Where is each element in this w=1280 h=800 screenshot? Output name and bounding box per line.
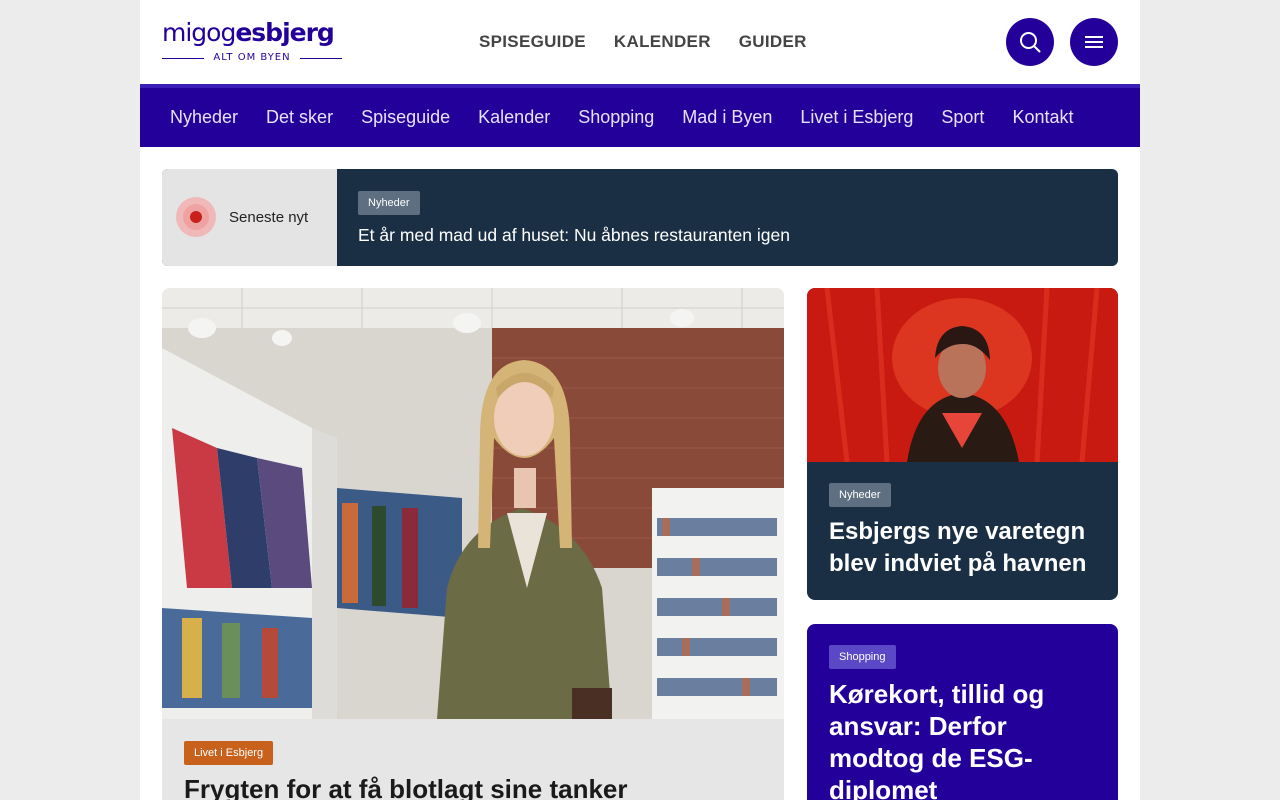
side-article-tag-2[interactable]: Shopping bbox=[829, 645, 896, 669]
logo-rule-left bbox=[162, 58, 204, 59]
ticker-label: Seneste nyt bbox=[229, 209, 309, 226]
side-article-title[interactable]: Esbjergs nye varetegn blev indviet på ha… bbox=[829, 516, 1104, 580]
live-indicator-icon bbox=[176, 197, 216, 237]
logo-tagline: ALT OM BYEN bbox=[213, 52, 291, 63]
featured-article-card[interactable]: Livet i Esbjerg Frygten for at få blotla… bbox=[162, 288, 784, 800]
logo-wordmark: migogesbjerg bbox=[162, 18, 335, 47]
main-navigation: Nyheder Det sker Spiseguide Kalender Sho… bbox=[140, 84, 1140, 147]
side-article-image[interactable] bbox=[807, 288, 1118, 462]
topnav-guider[interactable]: GUIDER bbox=[739, 32, 807, 52]
nav-livet-i-esbjerg[interactable]: Livet i Esbjerg bbox=[800, 107, 913, 128]
side-article-card[interactable]: Nyheder Esbjergs nye varetegn blev indvi… bbox=[807, 288, 1118, 600]
topnav-kalender[interactable]: KALENDER bbox=[614, 32, 711, 52]
hamburger-menu-icon bbox=[1085, 36, 1103, 48]
side-article-card-2[interactable]: Shopping Kørekort, tillid og ansvar: Der… bbox=[807, 624, 1118, 800]
featured-article-tag[interactable]: Livet i Esbjerg bbox=[184, 741, 274, 765]
side-article-tag[interactable]: Nyheder bbox=[829, 483, 891, 507]
nav-mad-i-byen[interactable]: Mad i Byen bbox=[682, 107, 772, 128]
nav-nyheder[interactable]: Nyheder bbox=[170, 107, 238, 128]
search-button[interactable] bbox=[1006, 18, 1054, 66]
logo-rule-right bbox=[300, 58, 342, 59]
ticker-label-panel: Seneste nyt bbox=[162, 169, 337, 266]
logo-tagline-row: ALT OM BYEN bbox=[162, 52, 342, 64]
ticker-category-tag[interactable]: Nyheder bbox=[358, 191, 420, 215]
nav-shopping[interactable]: Shopping bbox=[578, 107, 654, 128]
site-logo[interactable]: migogesbjerg ALT OM BYEN bbox=[162, 18, 342, 66]
menu-button[interactable] bbox=[1070, 18, 1118, 66]
nav-spiseguide[interactable]: Spiseguide bbox=[361, 107, 450, 128]
topnav-spiseguide[interactable]: SPISEGUIDE bbox=[479, 32, 586, 52]
top-navigation: SPISEGUIDE KALENDER GUIDER bbox=[479, 32, 807, 52]
latest-news-ticker[interactable]: Seneste nyt Nyheder Et år med mad ud af … bbox=[162, 169, 1118, 266]
featured-article-title[interactable]: Frygten for at få blotlagt sine tanker bbox=[184, 774, 774, 800]
nav-det-sker[interactable]: Det sker bbox=[266, 107, 333, 128]
side-article-title-2[interactable]: Kørekort, tillid og ansvar: Derfor modto… bbox=[829, 678, 1104, 800]
site-header: migogesbjerg ALT OM BYEN SPISEGUIDE KALE… bbox=[140, 0, 1140, 84]
search-icon bbox=[1020, 32, 1041, 53]
nav-kontakt[interactable]: Kontakt bbox=[1012, 107, 1073, 128]
nav-kalender[interactable]: Kalender bbox=[478, 107, 550, 128]
ticker-headline[interactable]: Et år med mad ud af huset: Nu åbnes rest… bbox=[358, 225, 790, 246]
featured-article-image[interactable] bbox=[162, 288, 784, 719]
nav-sport[interactable]: Sport bbox=[941, 107, 984, 128]
page: migogesbjerg ALT OM BYEN SPISEGUIDE KALE… bbox=[140, 0, 1140, 800]
